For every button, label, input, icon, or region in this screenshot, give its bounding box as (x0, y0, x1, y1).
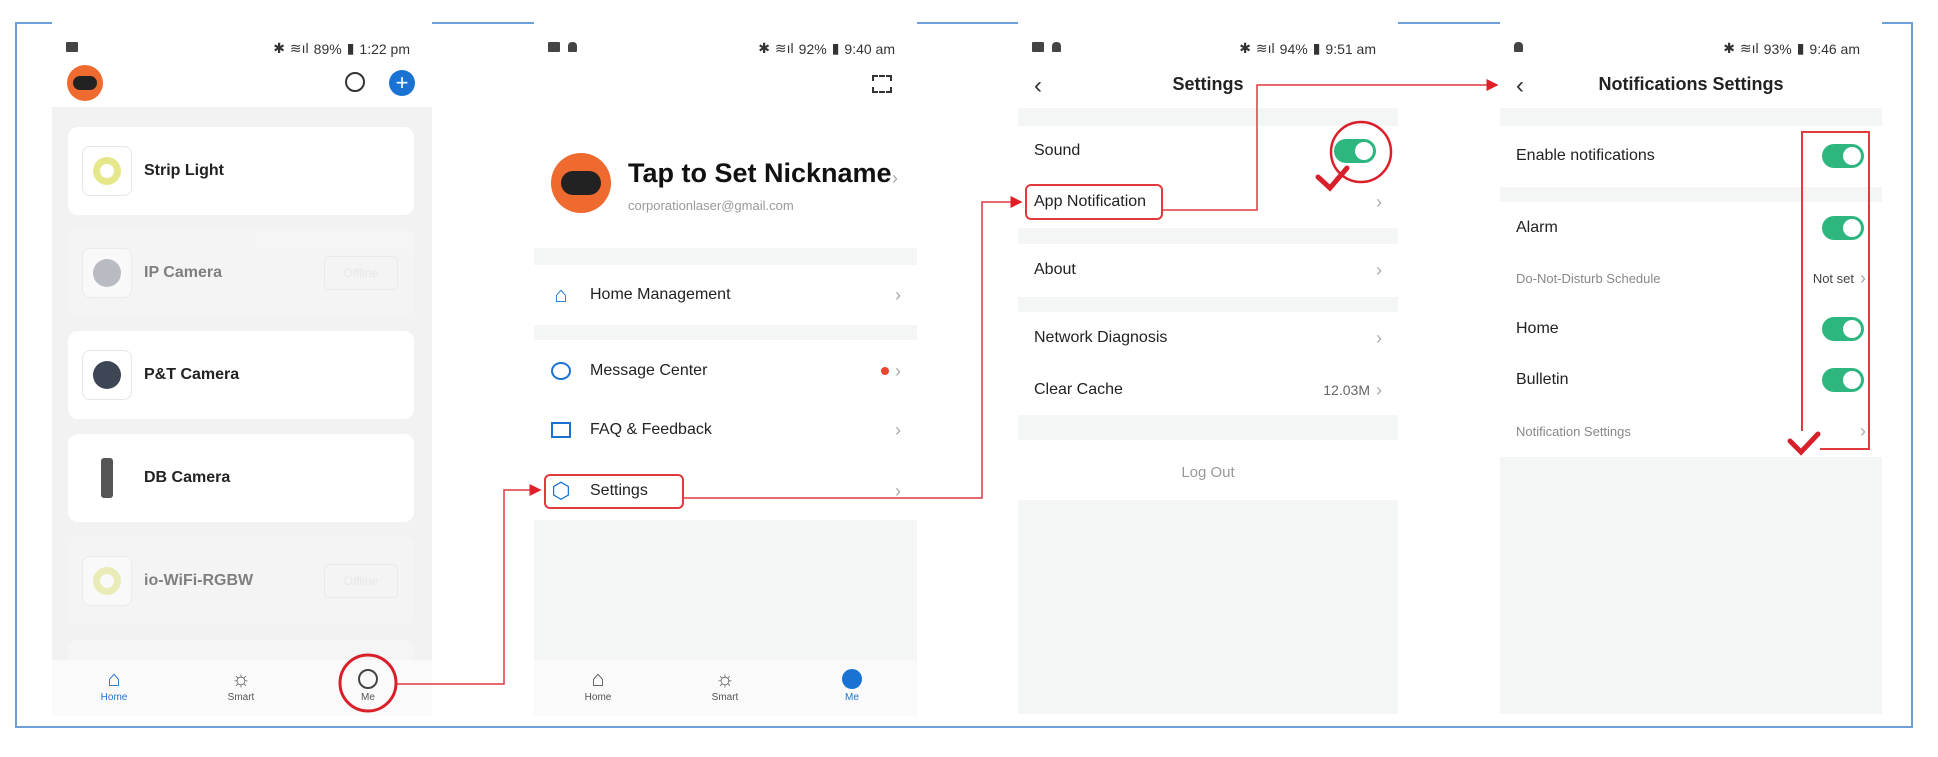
highlight-box (1025, 184, 1163, 220)
annotation-overlay (338, 79, 1870, 713)
arrow-connector (397, 484, 542, 685)
highlight-circle (338, 653, 398, 713)
checkmark-icon (1787, 431, 1821, 456)
arrow-connector (683, 196, 1023, 499)
checkmark-icon (1315, 165, 1350, 192)
arrow-connector (1162, 79, 1499, 211)
highlight-box (544, 474, 684, 509)
highlight-box (1801, 131, 1870, 450)
